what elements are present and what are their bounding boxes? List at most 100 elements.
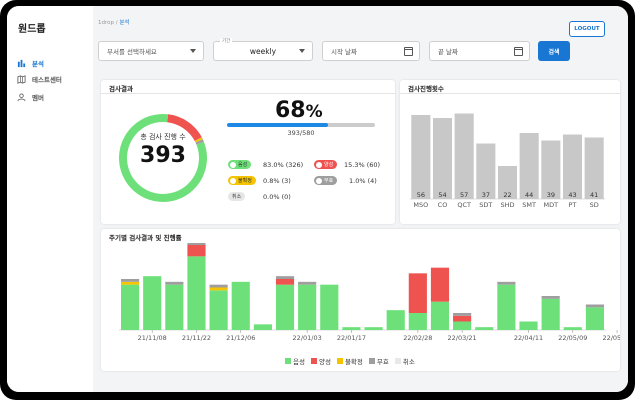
count-data-label: 44 <box>525 191 533 199</box>
x-tick-label: 22/04/11 <box>514 334 543 342</box>
search-button[interactable]: 검색 <box>538 41 570 61</box>
trend-bar-segment <box>187 243 206 245</box>
card-divider <box>101 93 395 94</box>
trend-bar-segment <box>165 281 184 285</box>
x-tick-label: 22/01/17 <box>337 334 366 342</box>
trend-bar-segment <box>253 324 272 330</box>
stat-badge-positive: 양성 <box>314 160 338 169</box>
breadcrumb-root[interactable]: 1drop <box>98 20 114 26</box>
count-bar <box>519 133 539 199</box>
stat-name: 무효 <box>324 178 334 184</box>
sidebar-item-analysis[interactable]: 분석 <box>17 56 44 70</box>
trend-bar-segment <box>541 296 560 299</box>
trend-bar-segment <box>585 307 605 330</box>
legend-item[interactable]: 불확정 <box>336 356 363 366</box>
count-data-label: 39 <box>547 191 555 199</box>
sidebar-item-members[interactable]: 멤버 <box>17 90 44 104</box>
total-tests-label: 총 검사 진행 수 <box>140 133 186 141</box>
x-tick-label: 22/02/28 <box>403 334 432 342</box>
chevron-down-icon <box>299 49 305 53</box>
completion-percent-unit: % <box>305 102 323 122</box>
count-bar <box>584 137 604 199</box>
legend-item[interactable]: 무효 <box>368 356 389 366</box>
count-category-label: CO <box>438 201 448 209</box>
x-tick-label: 22/05/09 <box>558 334 587 342</box>
start-date-input[interactable]: 시작 날짜 <box>322 41 420 61</box>
calendar-icon[interactable] <box>514 47 523 56</box>
sidebar-item-label: 테스트센터 <box>32 76 62 84</box>
logout-button[interactable]: LOGOUT <box>569 21 605 37</box>
legend-label: 양성 <box>318 358 331 366</box>
start-date-placeholder: 시작 날짜 <box>331 48 357 56</box>
result-card: 검사결과 총 검사 진행 수 393 68% 393/580 음성 83.0% … <box>101 80 395 224</box>
count-category-label: MSO <box>413 201 428 209</box>
trend-bar-segment <box>453 321 472 330</box>
legend-swatch <box>368 358 375 364</box>
question-icon <box>230 177 236 184</box>
trend-bar-segment <box>298 284 317 330</box>
breadcrumb: 1drop / 분석 <box>98 18 129 26</box>
minus-icon <box>316 177 322 184</box>
x-tick-label: 21/11/22 <box>182 334 211 342</box>
x-tick-label: 22/03/21 <box>448 334 477 342</box>
count-bar <box>454 113 474 199</box>
test-count-bar-chart: 56 MSO 54 CO 57 QCT 37 SDT 22 SHD 44 SMT 39 MDT 43 PT 41… <box>410 113 605 209</box>
end-date-placeholder: 끝 날짜 <box>438 48 459 56</box>
legend-swatch <box>336 358 343 364</box>
chevron-down-icon <box>190 49 196 53</box>
trend-bar-segment <box>541 298 560 330</box>
trend-card: 주기별 검사결과 및 진행률 21/11/08 21/11/22 21/12/06 2… <box>101 229 620 371</box>
trend-bar-segment <box>275 276 295 279</box>
sidebar-item-label: 멤버 <box>32 94 44 102</box>
breadcrumb-current: 분석 <box>119 20 130 26</box>
period-select-value: weekly <box>249 46 277 56</box>
department-select[interactable]: 부서를 선택하세요 <box>98 41 204 61</box>
count-category-label: SDT <box>479 201 492 209</box>
count-category-label: SD <box>590 201 599 209</box>
trend-bar-segment <box>453 313 472 316</box>
calendar-icon[interactable] <box>404 47 413 56</box>
legend-item[interactable]: 음성 <box>285 356 305 366</box>
stat-value-negative: 83.0% (326) <box>263 161 304 169</box>
sidebar-item-label: 분석 <box>32 60 44 68</box>
test-count-card-title: 검사진행횟수 <box>408 85 444 93</box>
stat-name: 불확정 <box>238 178 252 184</box>
count-data-label: 22 <box>503 191 511 199</box>
count-category-label: PT <box>569 201 577 209</box>
trend-bar-segment <box>563 327 582 330</box>
bar-chart-icon <box>17 59 26 67</box>
period-field-label: 기간 <box>220 38 233 44</box>
stat-badge-invalid: 무효 <box>314 176 338 185</box>
completion-progress-bar <box>227 123 375 127</box>
total-tests-value: 393 <box>140 143 186 168</box>
end-date-input[interactable]: 끝 날짜 <box>429 41 530 61</box>
legend-item[interactable]: 양성 <box>310 356 331 366</box>
legend-swatch <box>310 358 317 364</box>
count-data-label: 43 <box>568 191 576 199</box>
sidebar-item-test-center[interactable]: 테스트센터 <box>17 72 62 86</box>
trend-stacked-bar-chart: 21/11/08 21/11/22 21/12/06 22/01/03 22/01/17… <box>119 243 620 342</box>
count-bar <box>432 118 453 199</box>
count-category-label: SHD <box>500 201 514 209</box>
completion-percent: 68% <box>275 98 323 123</box>
trend-bar-segment <box>120 284 140 330</box>
trend-bar-segment <box>275 284 295 330</box>
trend-bar-segment <box>187 256 206 330</box>
trend-bar-segment <box>209 284 228 288</box>
period-select[interactable]: 기간 weekly <box>213 38 313 61</box>
count-data-label: 41 <box>590 191 598 199</box>
trend-bar-segment <box>408 313 427 330</box>
count-category-label: QCT <box>457 201 471 209</box>
legend-label: 무효 <box>376 358 389 366</box>
count-data-label: 37 <box>482 191 490 199</box>
legend-item[interactable]: 취소 <box>394 356 415 366</box>
trend-bar-segment <box>430 267 450 302</box>
heart-icon <box>230 161 236 168</box>
trend-bar-segment <box>342 327 361 330</box>
x-tick-label: 21/12/06 <box>226 334 255 342</box>
trend-bar-segment <box>408 273 427 313</box>
stat-badge-inconclusive: 불확정 <box>228 176 256 185</box>
trend-bar-segment <box>386 310 405 330</box>
trend-bar-segment <box>120 279 140 282</box>
sidebar: 원드롭 분석 테스트센터 멤버 <box>7 6 93 392</box>
